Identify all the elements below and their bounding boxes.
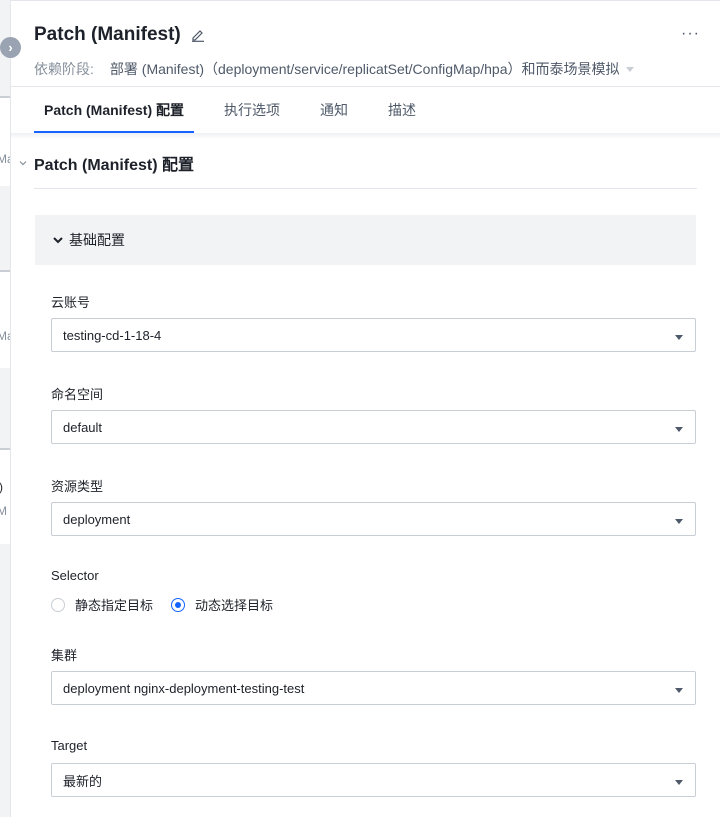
target-value: 最新的	[63, 773, 103, 789]
tab-bar: Patch (Manifest) 配置 执行选项 通知 描述	[34, 87, 720, 133]
radio-static-target[interactable]: 静态指定目标	[51, 595, 153, 614]
background-text: M	[0, 504, 7, 518]
radio-label: 动态选择目标	[195, 598, 274, 613]
tab-execution-options[interactable]: 执行选项	[224, 87, 280, 133]
tab-patch-config[interactable]: Patch (Manifest) 配置	[34, 87, 195, 133]
background-text: )	[0, 480, 3, 494]
resource-type-value: deployment	[63, 511, 131, 527]
section-header[interactable]: Patch (Manifest) 配置	[18, 151, 194, 175]
dependency-value[interactable]: 部署 (Manifest)（deployment/service/replica…	[110, 59, 620, 79]
account-select[interactable]: testing-cd-1-18-4	[51, 318, 696, 352]
target-label: Target	[51, 738, 88, 753]
background-card: Ma	[0, 270, 10, 368]
chevron-right-icon: ›	[8, 40, 13, 55]
namespace-select[interactable]: default	[51, 410, 696, 444]
selector-radio-group: 静态指定目标 动态选择目标	[51, 595, 291, 614]
dependency-label: 依赖阶段:	[34, 61, 94, 77]
edit-pencil-icon[interactable]	[191, 28, 205, 42]
stage-config-panel: Patch (Manifest) ··· 依赖阶段: 部署 (Manifest)…	[11, 0, 720, 817]
section-divider	[34, 188, 697, 189]
dropdown-caret-icon	[675, 687, 683, 693]
background-card: ) M	[0, 448, 10, 544]
tab-bar-shadow	[11, 133, 720, 139]
background-text: Ma	[0, 329, 10, 343]
chevron-down-icon	[53, 237, 63, 244]
dependency-row: 依赖阶段: 部署 (Manifest)（deployment/service/r…	[34, 59, 700, 79]
background-card: Ma	[0, 96, 10, 186]
account-value: testing-cd-1-18-4	[63, 327, 162, 343]
dropdown-caret-icon	[675, 426, 683, 432]
dependency-dropdown-caret-icon[interactable]	[625, 66, 634, 72]
account-label: 云账号	[51, 295, 91, 310]
radio-button-checked[interactable]	[171, 597, 186, 612]
cluster-label: 集群	[51, 648, 78, 663]
resource-type-select[interactable]: deployment	[51, 502, 696, 536]
group-title: 基础配置	[69, 232, 125, 248]
dropdown-caret-icon	[675, 779, 683, 785]
dropdown-caret-icon	[675, 518, 683, 524]
more-options-icon[interactable]: ···	[681, 25, 700, 43]
namespace-label: 命名空间	[51, 387, 104, 402]
cluster-select[interactable]: deployment nginx-deployment-testing-test	[51, 671, 696, 705]
chevron-down-icon	[19, 161, 27, 166]
cluster-value: deployment nginx-deployment-testing-test	[63, 680, 305, 696]
radio-button[interactable]	[51, 597, 65, 612]
radio-label: 静态指定目标	[75, 598, 154, 613]
panel-header: Patch (Manifest) ··· 依赖阶段: 部署 (Manifest)…	[34, 23, 700, 79]
tab-description[interactable]: 描述	[388, 87, 416, 133]
tab-notifications[interactable]: 通知	[320, 87, 348, 133]
target-select[interactable]: 最新的	[51, 763, 696, 797]
dropdown-caret-icon	[675, 334, 683, 340]
background-page-strip: Ma Ma ) M	[0, 0, 11, 817]
resource-type-label: 资源类型	[51, 479, 104, 494]
collapse-panel-button[interactable]: ›	[0, 37, 21, 58]
background-text: Ma	[0, 152, 10, 166]
section-title: Patch (Manifest) 配置	[34, 157, 195, 174]
radio-dynamic-target[interactable]: 动态选择目标	[171, 595, 273, 614]
page-title: Patch (Manifest)	[34, 24, 181, 45]
namespace-value: default	[63, 419, 103, 435]
selector-label: Selector	[51, 568, 99, 583]
basic-config-group-header[interactable]: 基础配置	[35, 215, 696, 265]
